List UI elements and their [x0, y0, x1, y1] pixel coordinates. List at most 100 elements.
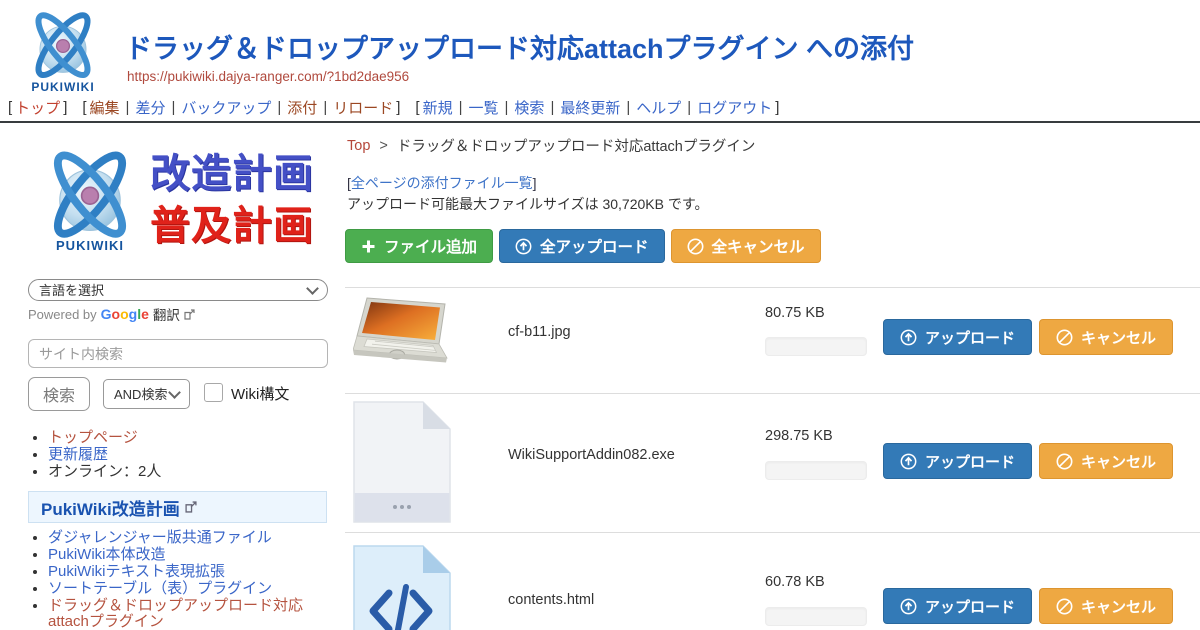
wiki-syntax-label: Wiki構文: [231, 383, 289, 404]
pipe-separator: |: [126, 99, 130, 116]
nav-item-search[interactable]: 検索: [514, 97, 544, 118]
file-size: 80.75 KB: [765, 305, 825, 321]
external-link-icon: [184, 309, 195, 320]
nav-item-help[interactable]: ヘルプ: [636, 97, 681, 118]
cancel-button[interactable]: キャンセル: [1039, 588, 1173, 624]
sidebar-links-list: ダジャレンジャー版共通ファイル PukiWiki本体改造 PukiWikiテキス…: [32, 530, 324, 630]
sidebar-item-core-mods[interactable]: PukiWiki本体改造: [48, 546, 166, 563]
sidebar-item-common-files[interactable]: ダジャレンジャー版共通ファイル: [48, 529, 272, 546]
upload-label: アップロード: [925, 451, 1015, 472]
list-item: ソートテーブル（表）プラグイン: [48, 581, 324, 597]
pukiwiki-logo-text: PUKIWIKI: [30, 238, 150, 253]
sidebar-section-header: PukiWiki改造計画: [28, 491, 327, 523]
sidebar-item-top-page[interactable]: トップページ: [48, 429, 138, 446]
slogan-fukyu: 普及計画: [150, 200, 330, 252]
cancel-button[interactable]: キャンセル: [1039, 443, 1173, 479]
nav-item-edit[interactable]: 編集: [90, 97, 120, 118]
pipe-separator: |: [505, 99, 509, 116]
upload-all-label: 全アップロード: [540, 235, 649, 257]
language-select[interactable]: 言語を選択: [28, 279, 328, 301]
pukiwiki-logo[interactable]: PUKIWIKI: [18, 5, 108, 102]
add-files-button[interactable]: ファイル追加: [345, 229, 493, 263]
max-upload-size-text: アップロード可能最大ファイルサイズは 30,720KB です。: [347, 194, 708, 214]
pipe-separator: |: [171, 99, 175, 116]
bracket: [: [415, 99, 419, 116]
sidebar-item-dragdrop-attach-plugin[interactable]: ドラッグ＆ドロップアップロード対応attachプラグイン: [48, 597, 303, 630]
search-button[interactable]: 検索: [28, 377, 90, 411]
nav-item-list[interactable]: 一覧: [469, 97, 499, 118]
file-row: contents.html 60.78 KB アップロード キャンセル: [345, 533, 1200, 630]
html-code-file-icon: [353, 545, 451, 630]
add-files-label: ファイル追加: [384, 235, 477, 257]
cancel-button[interactable]: キャンセル: [1039, 319, 1173, 355]
bracket: ]: [775, 99, 779, 116]
upload-button[interactable]: アップロード: [883, 588, 1032, 624]
all-pages-attach-list-link[interactable]: 全ページの添付ファイル一覧: [351, 175, 533, 191]
list-item: PukiWiki本体改造: [48, 547, 324, 563]
plus-icon: [361, 239, 376, 254]
nav-item-backup[interactable]: バックアップ: [181, 97, 271, 118]
nav-group-home: [ トップ ]: [8, 97, 67, 118]
upload-label: アップロード: [925, 596, 1015, 617]
ban-icon: [1056, 453, 1073, 470]
breadcrumb-home[interactable]: Top: [347, 138, 370, 154]
wiki-syntax-checkbox[interactable]: [204, 383, 223, 402]
breadcrumb-current: ドラッグ＆ドロップアップロード対応attachプラグイン: [397, 135, 756, 156]
cancel-all-label: 全キャンセル: [712, 235, 805, 257]
pipe-separator: |: [550, 99, 554, 116]
google-logo: Google: [101, 306, 149, 322]
cancel-all-button[interactable]: 全キャンセル: [671, 229, 821, 263]
nav-divider: [0, 121, 1200, 123]
sidebar-item-sort-table-plugin[interactable]: ソートテーブル（表）プラグイン: [48, 580, 272, 597]
bracket: ]: [63, 99, 67, 116]
sidebar-item-update-history[interactable]: 更新履歴: [48, 446, 108, 463]
file-size: 60.78 KB: [765, 574, 825, 590]
nav-item-recent[interactable]: 最終更新: [560, 97, 620, 118]
nav-item-reload[interactable]: リロード: [333, 97, 393, 118]
pukiwiki-logo-text: PUKIWIKI: [18, 80, 108, 94]
upload-circle-icon: [900, 453, 917, 470]
nav-group-site-actions: [ 新規 | 一覧 | 検索 | 最終更新 | ヘルプ | ログアウト ]: [415, 97, 779, 118]
upload-circle-icon: [900, 329, 917, 346]
nav-item-new[interactable]: 新規: [423, 97, 453, 118]
file-name: cf-b11.jpg: [508, 324, 571, 340]
nav-item-attach[interactable]: 添付: [287, 97, 317, 118]
cancel-label: キャンセル: [1081, 327, 1156, 348]
upload-progress-bar: [765, 461, 867, 480]
upload-toolbar: ファイル追加 全アップロード 全キャンセル: [345, 229, 821, 263]
site-search-input[interactable]: [28, 339, 328, 368]
pipe-separator: |: [277, 99, 281, 116]
row-actions: アップロード キャンセル: [883, 588, 1173, 624]
bracket: [: [8, 99, 12, 116]
pipe-separator: |: [626, 99, 630, 116]
nav-item-diff[interactable]: 差分: [135, 97, 165, 118]
translate-link[interactable]: 翻訳: [153, 304, 180, 324]
generic-file-icon: [353, 401, 451, 523]
page-url[interactable]: https://pukiwiki.dajya-ranger.com/?1bd2d…: [127, 69, 409, 84]
sidebar-item-text-extension[interactable]: PukiWikiテキスト表現拡張: [48, 563, 225, 580]
search-mode-select[interactable]: AND検索: [103, 379, 190, 409]
bracket: ]: [533, 175, 537, 191]
file-name: WikiSupportAddin082.exe: [508, 447, 675, 463]
upload-all-button[interactable]: 全アップロード: [499, 229, 665, 263]
file-row: cf-b11.jpg 80.75 KB アップロード キャンセル: [345, 288, 1200, 393]
nav-item-logout[interactable]: ログアウト: [697, 97, 772, 118]
upload-circle-icon: [515, 238, 532, 255]
bracket: ]: [396, 99, 400, 116]
upload-button[interactable]: アップロード: [883, 443, 1032, 479]
upload-button[interactable]: アップロード: [883, 319, 1032, 355]
pukiwiki-attach-page: PUKIWIKI ドラッグ＆ドロップアップロード対応attachプラグイン への…: [0, 0, 1200, 630]
bracket: [: [82, 99, 86, 116]
nav-item-top[interactable]: トップ: [15, 97, 60, 118]
sidebar-section-title-link[interactable]: PukiWiki改造計画: [41, 495, 180, 520]
attach-list-line: [全ページの添付ファイル一覧]: [347, 173, 537, 193]
list-item: トップページ: [48, 430, 324, 446]
list-item: 更新履歴: [48, 447, 324, 463]
sidebar-logo[interactable]: PUKIWIKI: [30, 142, 150, 257]
upload-label: アップロード: [925, 327, 1015, 348]
list-item: ドラッグ＆ドロップアップロード対応attachプラグイン: [48, 598, 324, 630]
list-item: ダジャレンジャー版共通ファイル: [48, 530, 324, 546]
atom-icon: [18, 5, 108, 87]
upload-progress-bar: [765, 607, 867, 626]
pipe-separator: |: [459, 99, 463, 116]
